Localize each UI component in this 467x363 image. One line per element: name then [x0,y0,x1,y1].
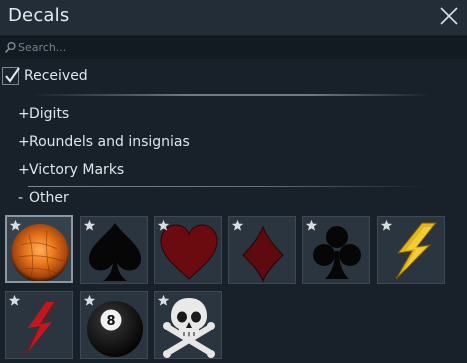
received-label: Received [24,68,88,84]
svg-text:8: 8 [106,314,115,329]
received-checkbox[interactable] [2,67,20,85]
favorite-star-icon [157,294,170,307]
expand-icon: + [18,106,30,122]
window-title: Decals [8,5,70,26]
category-label: Digits [29,106,70,122]
category-roundels[interactable]: +Roundels and insignias [18,134,190,154]
decal-eight-ball[interactable]: 8 [80,291,148,359]
close-icon[interactable] [438,5,460,27]
decal-diamond[interactable] [228,216,296,284]
decal-heart[interactable] [154,216,222,284]
checkmark-icon [5,67,20,83]
favorite-star-icon [231,219,244,232]
expand-icon: + [18,162,30,178]
received-filter[interactable]: Received [0,67,300,89]
category-label: Other [29,190,69,206]
favorite-star-icon [83,219,96,232]
favorite-star-icon [8,294,21,307]
decal-orange-sphere[interactable] [5,215,73,283]
category-victory-marks[interactable]: +Victory Marks [18,162,124,182]
search-bar [0,36,467,59]
section-divider [30,94,430,96]
collapse-icon: - [18,190,24,206]
category-label: Roundels and insignias [29,134,190,150]
category-divider [28,186,428,187]
expand-icon: + [18,134,30,150]
decal-skull-crossbones[interactable] [154,291,222,359]
favorite-star-icon [305,219,318,232]
search-input[interactable] [18,39,458,56]
favorite-star-icon [157,219,170,232]
favorite-star-icon [380,219,393,232]
favorite-star-icon [9,219,22,232]
category-label: Victory Marks [29,162,125,178]
favorite-star-icon [83,294,96,307]
decal-yellow-lightning[interactable] [377,216,445,284]
decal-red-lightning[interactable] [5,291,73,359]
category-digits[interactable]: +Digits [18,106,69,126]
decal-spade[interactable] [80,216,148,284]
window-header: Decals [0,0,467,35]
category-other[interactable]: - Other [18,190,69,210]
search-icon [4,41,16,54]
decal-club[interactable] [302,216,370,284]
